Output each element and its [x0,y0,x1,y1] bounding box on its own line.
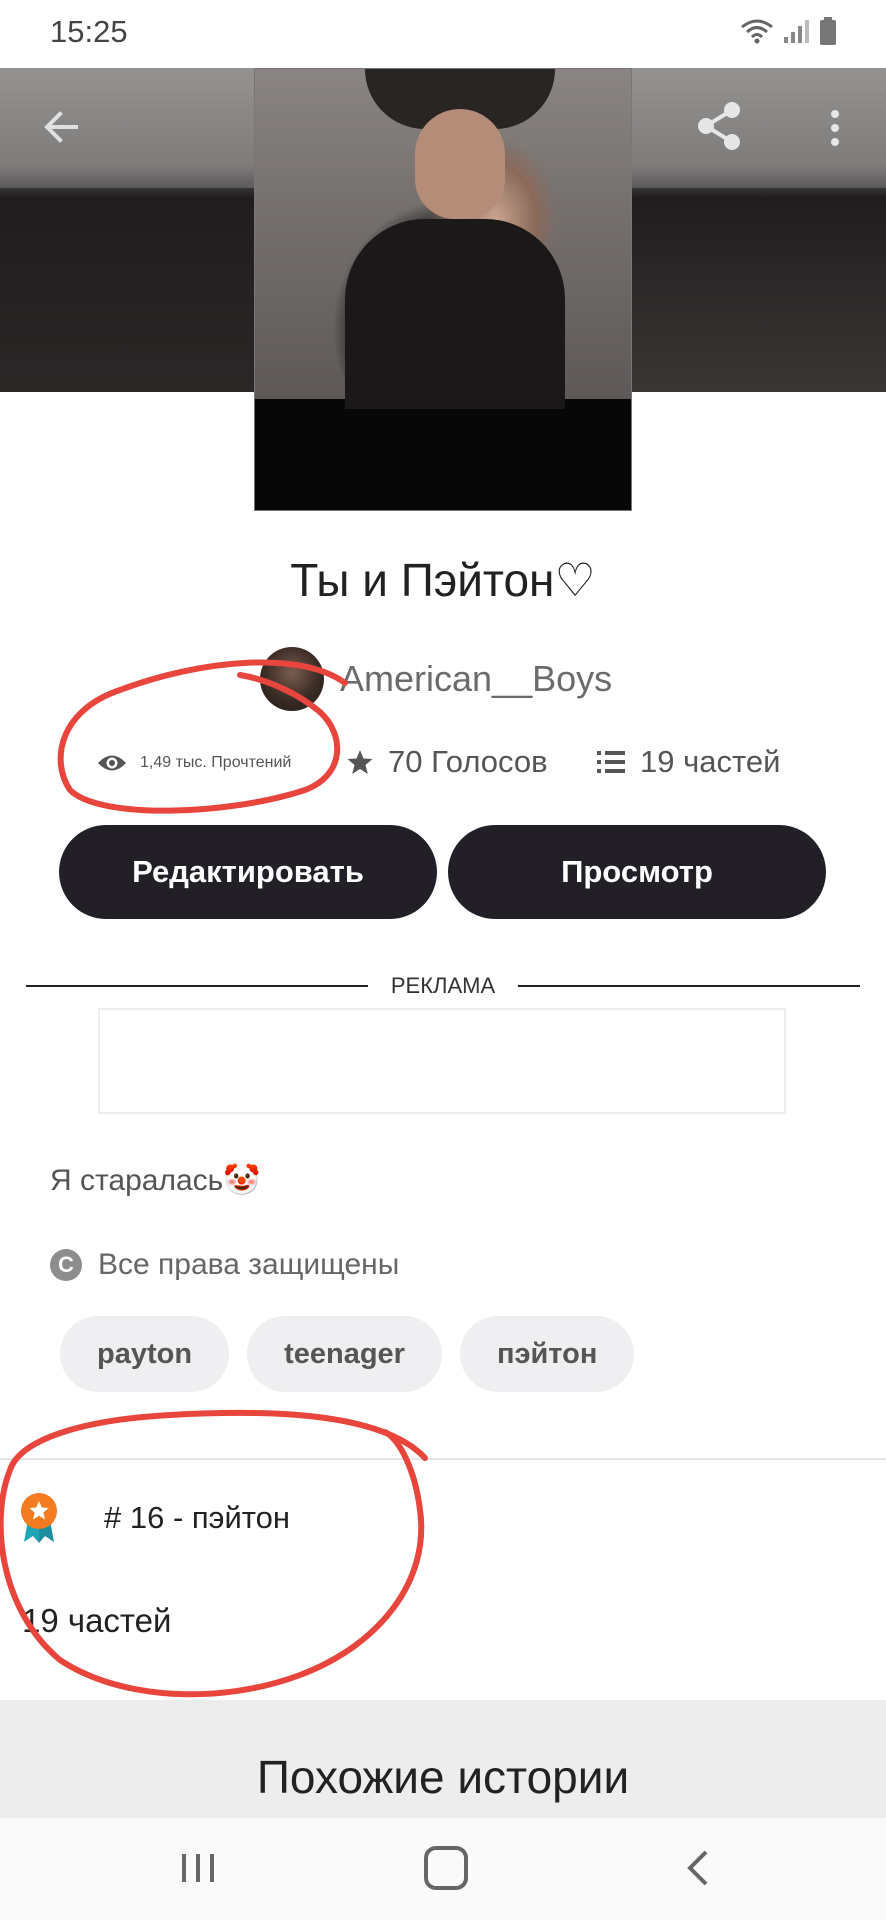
share-button[interactable] [692,98,748,154]
award-badge-icon [21,1493,57,1543]
tag-chip[interactable]: payton [60,1316,230,1392]
author-name[interactable]: American__Boys [340,658,612,700]
tag-chip[interactable]: пэйтон [459,1316,635,1392]
section-divider [0,1458,886,1460]
ranking-row[interactable]: # 16 - пэйтон [18,1492,290,1544]
story-description: Я старалась🤡 [50,1164,261,1197]
tag-chip[interactable]: teenager [247,1316,442,1392]
parts-stat: 19 частей [596,744,780,780]
wifi-icon [741,19,773,44]
author-link[interactable]: American__Boys [260,644,612,714]
ad-divider-left [26,985,368,987]
copyright-text: Все права защищены [98,1248,400,1281]
arrow-back-icon [44,111,78,143]
ad-divider-right [518,985,860,987]
view-button[interactable]: Просмотр [448,825,826,919]
chevron-left-icon [687,1850,708,1886]
list-icon [597,751,625,773]
status-bar: 15:25 [0,0,886,68]
annotation-circle-rank [0,1409,428,1698]
back-button[interactable] [36,102,86,152]
ad-slot[interactable] [98,1008,786,1114]
story-stats: 1,49 тыс. Прочтений 70 Голосов 19 частей [0,744,886,800]
recent-apps-icon [182,1854,214,1882]
copyright-notice: C Все права защищены [50,1248,399,1282]
similar-stories-title: Похожие истории [256,1751,630,1803]
copyright-icon: C [50,1249,82,1281]
ranking-text[interactable]: # 16 - пэйтон [104,1500,290,1536]
reads-stat: 1,49 тыс. Прочтений [96,752,291,774]
share-icon [698,102,740,150]
parts-count[interactable]: 19 частей [22,1602,171,1640]
battery-icon [820,17,836,45]
votes-stat: 70 Голосов [346,744,548,780]
cover-photo [255,69,631,409]
eye-icon [98,755,126,771]
system-back-button[interactable] [678,1846,718,1890]
star-icon [347,750,373,774]
author-avatar[interactable] [260,647,324,711]
story-cover[interactable] [254,68,632,511]
parts-stat-count: 19 частей [640,744,781,779]
reads-count: 1,49 тыс. Прочтений [140,754,292,771]
more-vert-icon [831,110,839,146]
votes-count: 70 Голосов [388,744,548,779]
more-options-button[interactable] [820,100,850,156]
signal-icon [784,20,809,43]
tag-list: payton teenager пэйтон [60,1316,635,1392]
status-icons [740,16,838,46]
status-time: 15:25 [50,14,128,49]
edit-button[interactable]: Редактировать [59,825,437,919]
story-title: Ты и Пэйтон♡ [290,554,596,606]
recent-apps-button[interactable] [178,1848,218,1888]
home-button[interactable] [424,1846,468,1890]
ad-label: РЕКЛАМА [390,973,496,998]
